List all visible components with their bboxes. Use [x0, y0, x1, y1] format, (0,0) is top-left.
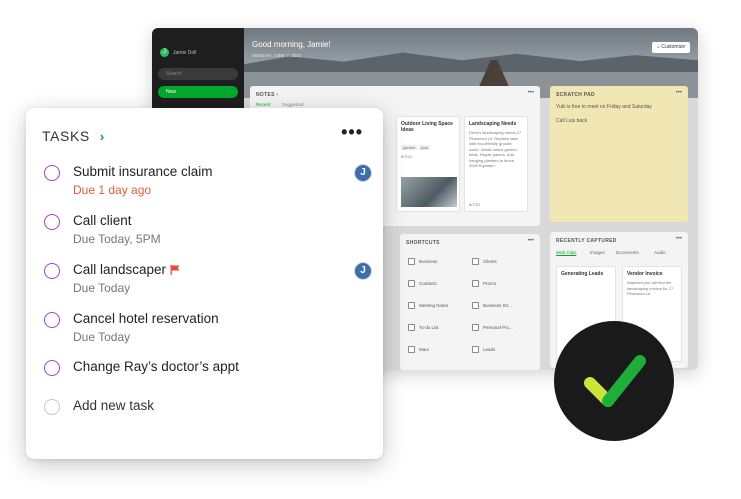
- flag-icon[interactable]: [170, 265, 180, 275]
- task-checkbox[interactable]: [44, 312, 60, 328]
- task-due: Due Today: [73, 330, 131, 344]
- task-checkbox[interactable]: [44, 165, 60, 181]
- note-card-tags: garden pool: [401, 145, 455, 151]
- note-icon: [472, 346, 479, 353]
- note-icon: [472, 302, 479, 309]
- shortcut-label: Leads: [483, 347, 496, 352]
- task-checkbox[interactable]: [44, 214, 60, 230]
- notes-title-label: NOTES: [256, 92, 275, 98]
- add-task-checkbox: [44, 399, 60, 415]
- greeting-date: MONDAY, JUNE 7, 2021: [252, 53, 302, 58]
- shortcut-label: Promo: [483, 281, 497, 286]
- shortcut-item[interactable]: Maui: [408, 346, 429, 353]
- note-card-image: [401, 177, 457, 207]
- task-checkbox[interactable]: [44, 360, 60, 376]
- recent-tab-audio[interactable]: Audio: [654, 250, 666, 255]
- shortcut-label: Contacts: [419, 281, 437, 286]
- new-button[interactable]: New: [158, 86, 238, 98]
- note-icon: [408, 324, 415, 331]
- note-tag: pool: [418, 145, 431, 150]
- greeting: Good morning, Jamie!: [252, 40, 331, 49]
- shortcuts-widget: SHORTCUTS ••• Business Clients Contacts …: [400, 234, 540, 370]
- task-due: Due Today, 5PM: [73, 232, 161, 246]
- task-checkbox[interactable]: [44, 263, 60, 279]
- recent-more-icon[interactable]: •••: [676, 236, 682, 242]
- note-card-body: Drew's landscaping needs 17 Pinewood Ln.…: [469, 130, 522, 168]
- customize-button[interactable]: ⌂ Customize: [651, 42, 690, 53]
- chevron-right-icon: ›: [99, 128, 105, 144]
- task-title: Submit insurance claim: [73, 164, 213, 179]
- shortcut-item[interactable]: Business Str...: [472, 302, 512, 309]
- shortcut-label: To-do List: [419, 325, 439, 330]
- task-title: Change Ray’s doctor’s appt: [73, 359, 239, 374]
- check-badge: [554, 321, 674, 441]
- notebook-icon: [408, 280, 415, 287]
- user-name: Jamie Doll: [173, 49, 197, 56]
- tasks-widget: TASKS › ••• Submit insurance claim Due 1…: [26, 108, 383, 459]
- assignee-avatar[interactable]: J: [354, 164, 372, 182]
- shortcut-item[interactable]: Personal Pro...: [472, 324, 513, 331]
- shortcut-item[interactable]: Clients: [472, 258, 497, 265]
- shortcut-item[interactable]: Business: [408, 258, 437, 265]
- recent-tab-images[interactable]: Images: [590, 250, 605, 255]
- web-clip-title: Vendor Invoice: [627, 271, 663, 277]
- notebook-icon: [472, 280, 479, 287]
- recent-tab-web-clips[interactable]: Web Clips: [556, 250, 576, 255]
- banner-mountains: [244, 52, 698, 72]
- shortcut-item[interactable]: Meeting Notes: [408, 302, 448, 309]
- note-card-date: 6/7/21: [401, 153, 413, 159]
- sidebar-search[interactable]: Search: [158, 68, 238, 80]
- user-avatar: J: [160, 48, 169, 57]
- notebook-icon: [408, 258, 415, 265]
- task-title: Call landscaper: [73, 262, 167, 277]
- add-task-label[interactable]: Add new task: [73, 398, 154, 413]
- shortcut-label: Business: [419, 259, 438, 264]
- recent-tab-documents[interactable]: Documents: [616, 250, 639, 255]
- task-due: Due 1 day ago: [73, 183, 152, 197]
- shortcut-label: Clients: [483, 259, 497, 264]
- notebook-icon: [408, 302, 415, 309]
- shortcut-item[interactable]: Contacts: [408, 280, 437, 287]
- task-title: Cancel hotel reservation: [73, 311, 219, 326]
- shortcuts-title: SHORTCUTS: [406, 240, 440, 246]
- note-card-date: 6/7/21: [469, 201, 481, 207]
- notes-title[interactable]: NOTES ›: [256, 92, 278, 98]
- shortcut-label: Personal Pro...: [483, 325, 513, 330]
- note-card[interactable]: Landscaping Needs Drew's landscaping nee…: [464, 116, 528, 212]
- notes-tab-suggested[interactable]: Suggested: [282, 102, 304, 107]
- shortcut-label: Maui: [419, 347, 429, 352]
- scratch-pad-widget[interactable]: SCRATCH PAD ••• Yuki is free to meet on …: [550, 86, 688, 222]
- checkmark-icon: [584, 355, 646, 407]
- tasks-title: TASKS: [42, 128, 90, 144]
- notebook-icon: [472, 258, 479, 265]
- note-card[interactable]: Outdoor Living Space Ideas garden pool 6…: [396, 116, 460, 212]
- notes-tab-recent[interactable]: Recent: [256, 102, 270, 107]
- shortcuts-more-icon[interactable]: •••: [528, 238, 534, 244]
- scratch-more-icon[interactable]: •••: [676, 90, 682, 96]
- note-tag: garden: [401, 145, 418, 150]
- sidebar-user[interactable]: J Jamie Doll: [160, 48, 196, 57]
- shortcut-label: Business Str...: [483, 303, 512, 308]
- note-card-title: Landscaping Needs: [469, 121, 517, 127]
- customize-label: Customize: [661, 44, 685, 50]
- shortcut-label: Meeting Notes: [419, 303, 449, 308]
- note-icon: [472, 324, 479, 331]
- shortcut-item[interactable]: To-do List: [408, 324, 439, 331]
- scratch-line: Call Luis back: [556, 118, 588, 124]
- task-due: Due Today: [73, 281, 131, 295]
- web-clip-body: Attached you will find the landscaping i…: [627, 280, 674, 296]
- notebook-icon: [408, 346, 415, 353]
- web-clip-title: Generating Leads: [561, 271, 604, 277]
- more-horizontal-icon[interactable]: •••: [341, 122, 363, 143]
- assignee-avatar[interactable]: J: [354, 262, 372, 280]
- tasks-header[interactable]: TASKS ›: [42, 128, 104, 144]
- notes-more-icon[interactable]: •••: [528, 90, 534, 96]
- shortcut-item[interactable]: Leads: [472, 346, 495, 353]
- recent-title: RECENTLY CAPTURED: [556, 238, 617, 244]
- scratch-pad-title: SCRATCH PAD: [556, 92, 595, 98]
- shortcut-item[interactable]: Promo: [472, 280, 496, 287]
- task-title: Call client: [73, 213, 132, 228]
- scratch-line: Yuki is free to meet on Friday and Satur…: [556, 104, 652, 110]
- note-card-title: Outdoor Living Space Ideas: [401, 121, 453, 133]
